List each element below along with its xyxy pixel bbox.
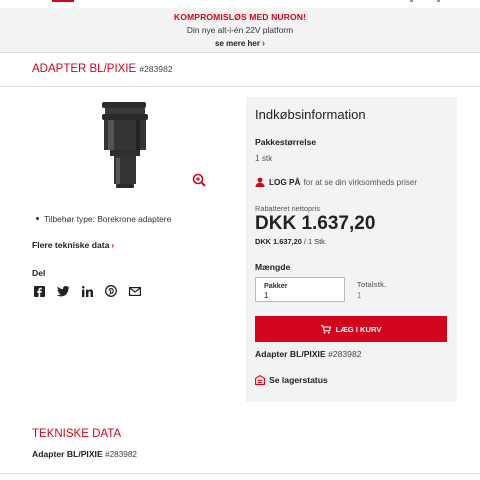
more-tech-data-label[interactable]: Flere tekniske data (32, 240, 109, 250)
pack-size-value: 1 stk (255, 154, 273, 163)
packs-label: Pakker (264, 281, 288, 290)
unit-price: DKK 1.637,20 / 1 Stk. (255, 237, 327, 246)
divider (0, 52, 480, 53)
top-nav-strip (0, 0, 480, 8)
add-to-cart-label[interactable]: LÆG I KURV (336, 325, 382, 334)
page-title: ADAPTER BL/PIXIE #283982 (32, 63, 173, 75)
cart-icon (320, 324, 331, 334)
nav-icon-stub (437, 0, 440, 2)
promo-link-label[interactable]: se mere her (215, 39, 260, 48)
nav-icon-stub (410, 0, 413, 2)
product-reference-name: Adapter BL/PIXIE (255, 349, 326, 359)
tech-data-heading: TEKNISKE DATA (32, 428, 122, 440)
product-image[interactable] (100, 102, 150, 193)
stock-status-label[interactable]: Se lagerstatus (269, 375, 328, 385)
promo-banner: KOMPROMISLØS MED NURON! Din nye alt-i-én… (0, 8, 480, 52)
promo-subline: Din nye alt-i-én 22V platform (186, 25, 294, 35)
login-text: for at se din virksomheds priser (303, 177, 418, 187)
product-reference: Adapter BL/PIXIE #283982 (255, 349, 362, 359)
spec-bullet: Tilbehør type: Borekrone adaptere (36, 214, 171, 224)
twitter-icon[interactable] (56, 284, 70, 298)
packs-value[interactable]: 1 (264, 291, 268, 300)
pack-size-label: Pakkestørrelse (255, 137, 317, 147)
promo-headline: KOMPROMISLØS MED NURON! (173, 12, 307, 22)
share-icons (32, 284, 142, 298)
packs-input[interactable]: Pakker 1 (255, 277, 345, 302)
pinterest-icon[interactable] (104, 284, 118, 298)
price: DKK 1.637,20 (255, 213, 376, 234)
net-price-label: Rabatteret nettopris (255, 204, 320, 213)
spec-bullet-text: Tilbehør type: Borekrone adaptere (44, 214, 172, 224)
more-tech-data-link[interactable]: Flere tekniske data › (32, 240, 114, 250)
stock-status-link[interactable]: Se lagerstatus (255, 375, 328, 385)
product-reference-sku: #283982 (328, 349, 362, 359)
tech-data-reference: Adapter BL/PIXIE #283982 (32, 449, 137, 459)
unit-price-suffix: / 1 Stk. (303, 237, 327, 246)
purchase-heading: Indkøbsinformation (255, 107, 366, 122)
divider (0, 86, 480, 87)
divider (0, 473, 480, 474)
promo-link[interactable]: se mere her › (0, 38, 480, 48)
product-title: ADAPTER BL/PIXIE (32, 63, 137, 75)
share-label: Del (32, 268, 46, 278)
unit-price-value: DKK 1.637,20 (255, 237, 302, 246)
total-pieces-value: 1 (357, 291, 362, 300)
product-sku: #283982 (139, 64, 173, 74)
purchase-panel: Indkøbsinformation Pakkestørrelse 1 stk … (246, 97, 457, 402)
login-link[interactable]: LOG PÅ (269, 178, 300, 187)
add-to-cart-button[interactable]: LÆG I KURV (255, 316, 447, 342)
tech-ref-sku: #283982 (105, 450, 137, 459)
chevron-right-icon: › (111, 240, 115, 250)
user-icon (255, 177, 265, 187)
login-prompt[interactable]: LOG PÅ for at se din virksomheds priser (255, 177, 417, 187)
zoom-icon[interactable] (192, 173, 206, 187)
mail-icon[interactable] (128, 284, 142, 298)
warehouse-icon (255, 375, 265, 385)
bullet-dot (36, 217, 39, 220)
chevron-right-icon: › (261, 38, 265, 48)
total-pieces: Totalstk. 1 (357, 280, 386, 300)
quantity-label: Mængde (255, 262, 291, 272)
nav-active-indicator (52, 0, 74, 2)
linkedin-icon[interactable] (80, 284, 94, 298)
tech-ref-name: Adapter BL/PIXIE (32, 449, 103, 459)
facebook-icon[interactable] (32, 284, 46, 298)
total-pieces-label: Totalstk. (357, 280, 387, 289)
